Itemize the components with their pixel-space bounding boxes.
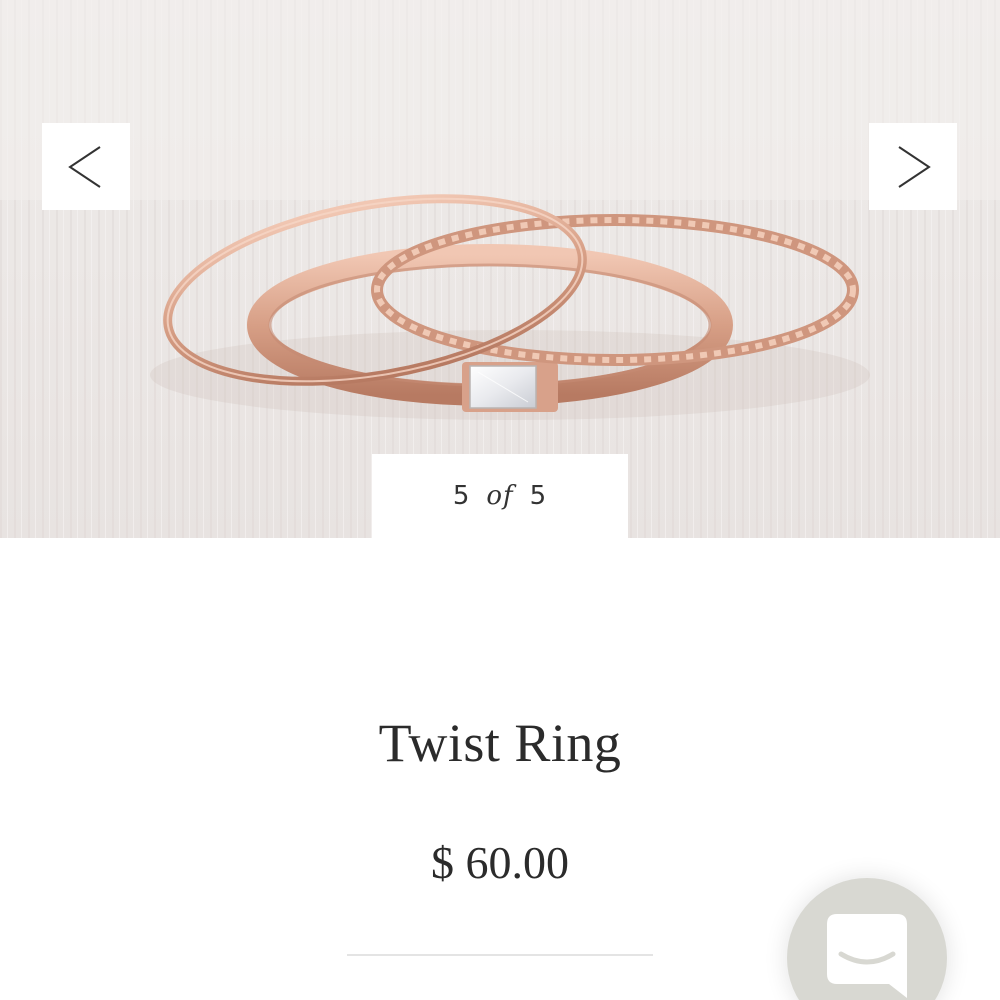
- image-counter-of: of: [486, 481, 514, 511]
- image-counter: 5 of 5: [372, 454, 628, 538]
- chevron-right-icon: [898, 145, 931, 188]
- divider: [347, 954, 653, 956]
- product-image-carousel[interactable]: 5 of 5: [0, 0, 1000, 538]
- image-counter-total: 5: [529, 481, 548, 511]
- image-counter-current: 5: [452, 481, 471, 511]
- previous-image-button[interactable]: [42, 123, 130, 210]
- chevron-left-icon: [68, 145, 101, 188]
- next-image-button[interactable]: [869, 123, 957, 210]
- chat-launcher-button[interactable]: [787, 878, 947, 1000]
- product-title: Twist Ring: [378, 713, 622, 773]
- chat-bubble-icon: [827, 914, 907, 998]
